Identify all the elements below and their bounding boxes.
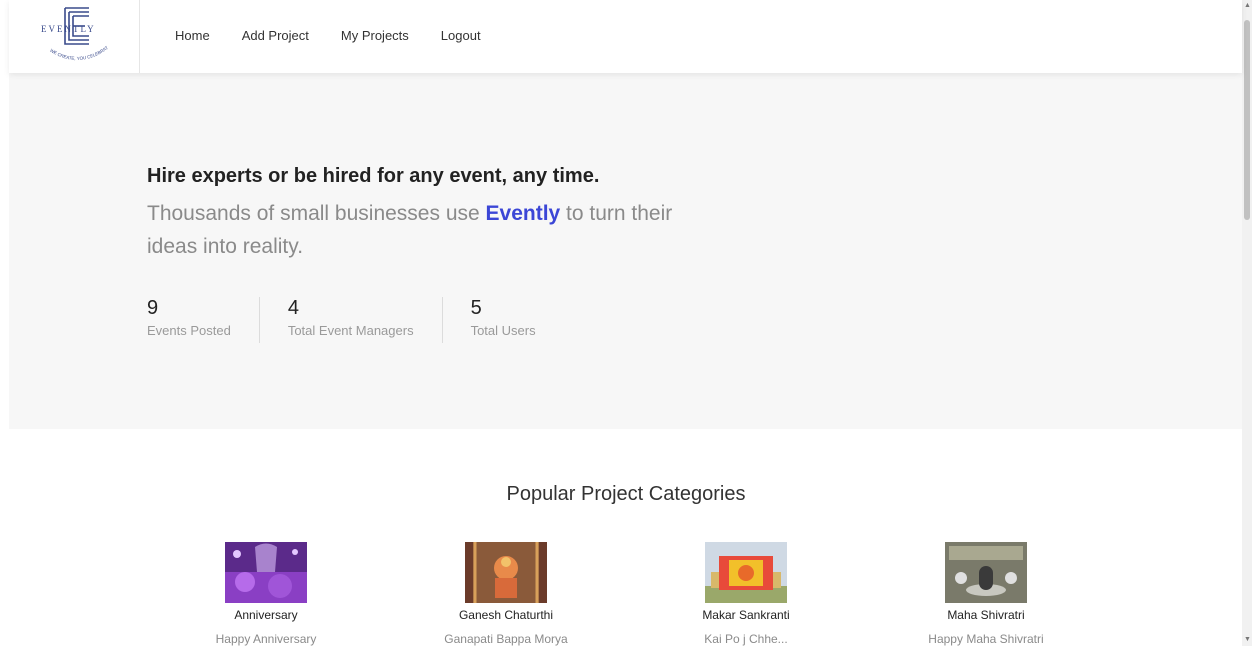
category-desc: Ganapati Bappa Morya	[444, 632, 568, 646]
nav-add-project-link[interactable]: Add Project	[242, 28, 309, 43]
hero-subtitle: Thousands of small businesses use Eventl…	[147, 197, 687, 263]
scroll-down-icon[interactable]: ▼	[1244, 636, 1251, 644]
maha-shivratri-image[interactable]	[945, 542, 1027, 603]
category-name: Anniversary	[234, 608, 298, 622]
nav-my-projects-link[interactable]: My Projects	[341, 28, 409, 43]
stat-label: Total Users	[470, 323, 536, 338]
nav-home-link[interactable]: Home	[175, 28, 210, 43]
categories-title: Popular Project Categories	[506, 483, 746, 505]
scroll-up-icon[interactable]: ▲	[1244, 2, 1251, 10]
hero-heading: Hire experts or be hired for any event, …	[147, 165, 600, 187]
nav-logout-link[interactable]: Logout	[441, 28, 481, 43]
category-desc: Happy Maha Shivratri	[928, 632, 1044, 646]
nav-divider	[139, 0, 140, 73]
makar-sankranti-image[interactable]	[705, 542, 787, 603]
evently-logo[interactable]: WE CREATE, YOU CELEBRATE	[37, 4, 117, 68]
logo-text: EVENTLY	[41, 24, 96, 34]
category-card-maha-shivratri[interactable]: Maha Shivratri Happy Maha Shivratri	[886, 542, 1086, 646]
category-desc: Happy Anniversary	[215, 632, 317, 646]
hero-sub-before: Thousands of small businesses use	[147, 202, 486, 225]
category-name: Ganesh Chaturthi	[458, 608, 554, 622]
stat-value: 4	[287, 297, 299, 319]
stats-row: 9 Events Posted 4 Total Event Managers 5…	[147, 297, 592, 343]
top-navbar: WE CREATE, YOU CELEBRATE EVENTLY Home Ad…	[9, 0, 1242, 73]
page-scrollbar[interactable]: ▲ ▼	[1242, 0, 1252, 646]
category-card-ganesh-chaturthi[interactable]: Ganesh Chaturthi Ganapati Bappa Morya	[406, 542, 606, 646]
hero-brand: Evently	[485, 202, 561, 225]
stat-value: 5	[470, 297, 482, 319]
stat-value: 9	[147, 297, 159, 319]
category-desc: Kai Po j Chhe...	[704, 632, 788, 646]
category-card-makar-sankranti[interactable]: Makar Sankranti Kai Po j Chhe...	[646, 542, 846, 646]
category-card-anniversary[interactable]: Anniversary Happy Anniversary	[166, 542, 366, 646]
hero-section: Hire experts or be hired for any event, …	[9, 73, 1242, 429]
category-name: Makar Sankranti	[702, 608, 790, 622]
anniversary-image[interactable]	[225, 542, 307, 603]
nav-links: Home Add Project My Projects Logout	[175, 28, 513, 43]
ganesh-chaturthi-image[interactable]	[465, 542, 547, 603]
stat-total-event-managers: 4 Total Event Managers	[288, 297, 443, 343]
stat-events-posted: 9 Events Posted	[147, 297, 260, 343]
category-name: Maha Shivratri	[947, 608, 1025, 622]
scroll-thumb[interactable]	[1244, 20, 1250, 220]
stat-label: Events Posted	[147, 323, 231, 338]
stat-label: Total Event Managers	[287, 323, 414, 338]
stat-total-users: 5 Total Users	[471, 297, 564, 343]
